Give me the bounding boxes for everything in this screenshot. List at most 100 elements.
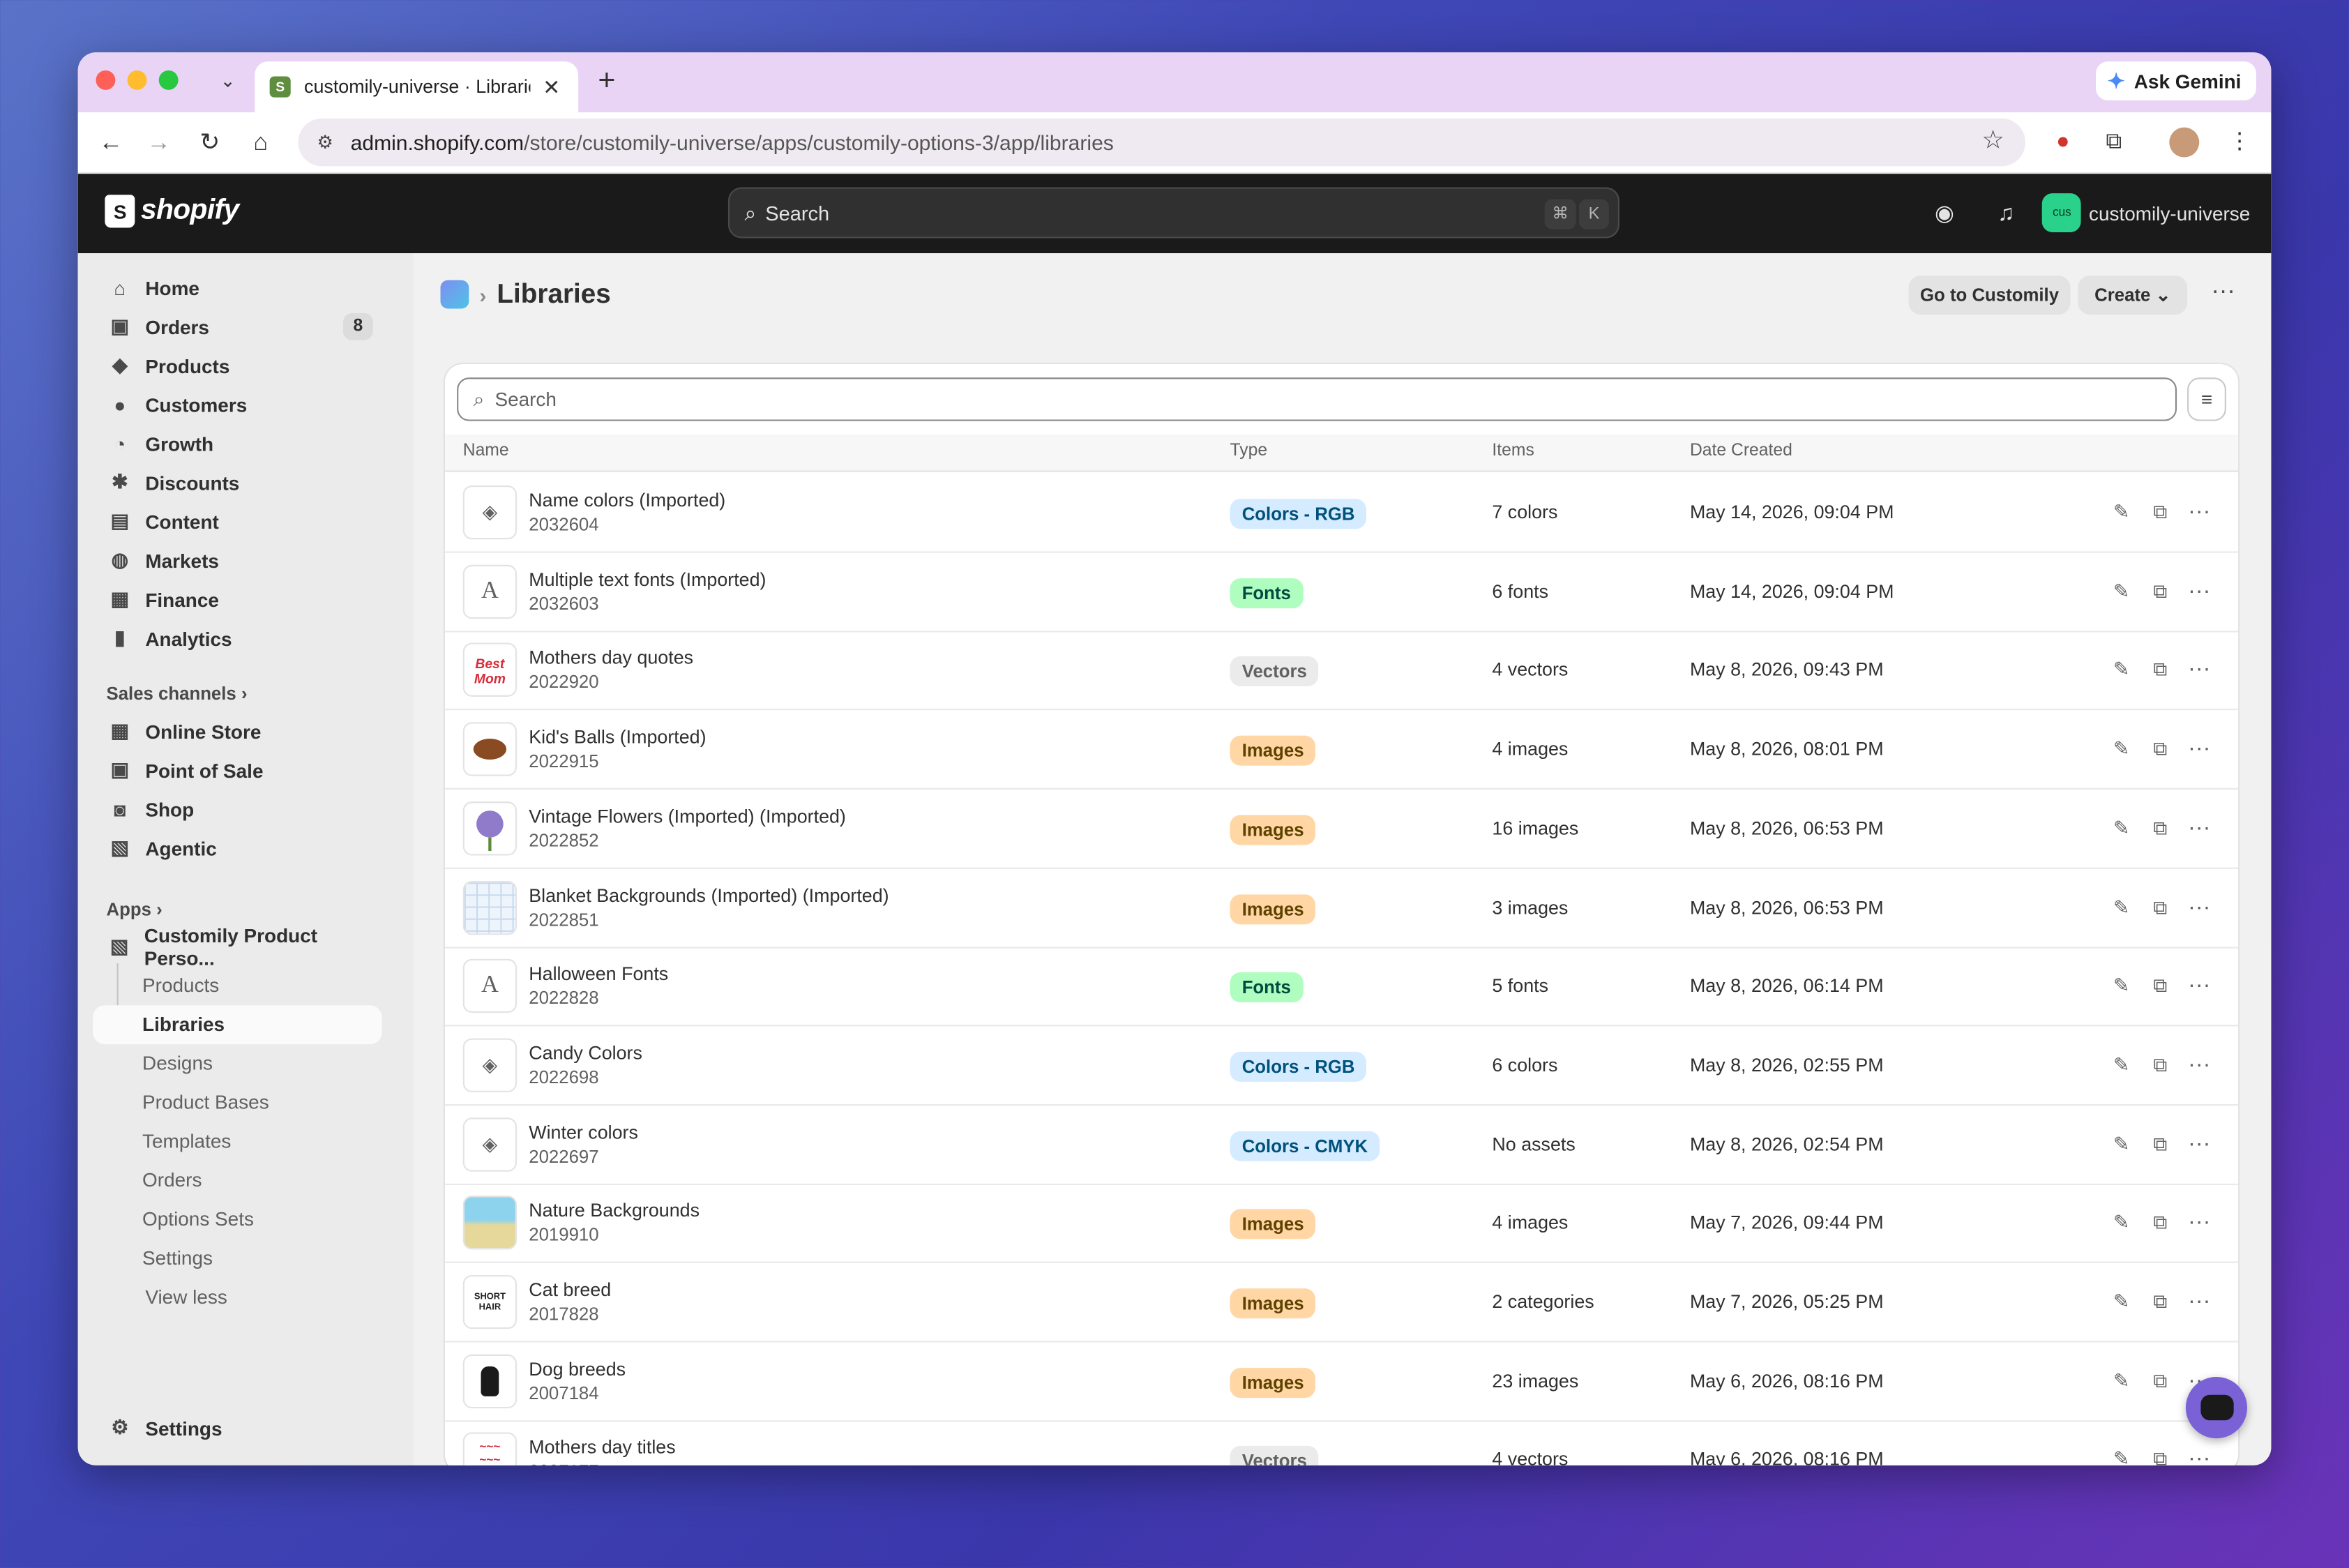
- library-name[interactable]: Candy Colors: [529, 1043, 642, 1064]
- sidebar-item-analytics[interactable]: ▮ Analytics: [93, 619, 382, 658]
- app-subitem-options-sets[interactable]: Options Sets: [142, 1200, 254, 1239]
- duplicate-icon[interactable]: ⧉: [2147, 1447, 2174, 1465]
- browser-tab[interactable]: S customily-universe · Libraries · Custo…: [255, 61, 579, 113]
- edit-pencil-icon[interactable]: ✎: [2108, 1131, 2135, 1158]
- sidebar-item-discounts[interactable]: ✱ Discounts: [93, 463, 382, 502]
- sidebar-item-shop[interactable]: ◙ Shop: [93, 790, 382, 829]
- duplicate-icon[interactable]: ⧉: [2147, 1288, 2174, 1316]
- duplicate-icon[interactable]: ⧉: [2147, 894, 2174, 921]
- forward-arrow-icon[interactable]: →: [141, 126, 177, 162]
- duplicate-icon[interactable]: ⧉: [2147, 1131, 2174, 1158]
- sidekick-icon[interactable]: ◉: [1928, 198, 1961, 231]
- column-date-created[interactable]: Date Created: [1690, 442, 1792, 460]
- create-button[interactable]: Create ⌄: [2078, 276, 2188, 315]
- duplicate-icon[interactable]: ⧉: [2147, 657, 2174, 684]
- library-name[interactable]: Nature Backgrounds: [529, 1200, 700, 1221]
- column-items[interactable]: Items: [1492, 442, 1534, 460]
- library-name[interactable]: Mothers day titles: [529, 1438, 675, 1458]
- edit-pencil-icon[interactable]: ✎: [2108, 1447, 2135, 1465]
- library-name[interactable]: Mothers day quotes: [529, 648, 693, 669]
- library-name[interactable]: Name colors (Imported): [529, 490, 725, 511]
- close-window-button[interactable]: [96, 70, 116, 90]
- edit-pencil-icon[interactable]: ✎: [2108, 894, 2135, 921]
- library-name[interactable]: Multiple text fonts (Imported): [529, 569, 766, 590]
- sidebar-item-agentic[interactable]: ▧ Agentic: [93, 829, 382, 868]
- table-row[interactable]: ◈ Candy Colors 2022698 Colors - RGB 6 colors…: [444, 1026, 2239, 1106]
- app-subitem-products[interactable]: Products: [142, 966, 219, 1005]
- edit-pencil-icon[interactable]: ✎: [2108, 1052, 2135, 1079]
- sales-channels-heading[interactable]: Sales channels ›: [107, 683, 248, 704]
- bookmark-star-icon[interactable]: ☆: [1981, 126, 2004, 156]
- row-more-actions-icon[interactable]: ···: [2186, 815, 2213, 842]
- duplicate-icon[interactable]: ⧉: [2147, 499, 2174, 526]
- edit-pencil-icon[interactable]: ✎: [2108, 736, 2135, 763]
- maximize-window-button[interactable]: [158, 70, 179, 90]
- duplicate-icon[interactable]: ⧉: [2147, 815, 2174, 842]
- app-subitem-libraries[interactable]: Libraries: [93, 1005, 382, 1045]
- row-more-actions-icon[interactable]: ···: [2186, 1209, 2213, 1237]
- table-row[interactable]: Vintage Flowers (Imported) (Imported) 202…: [444, 790, 2239, 869]
- sidebar-item-point-of-sale[interactable]: ▣ Point of Sale: [93, 751, 382, 790]
- ask-gemini-button[interactable]: ✦ Ask Gemini: [2095, 61, 2256, 100]
- sidebar-item-content[interactable]: ▤ Content: [93, 502, 382, 541]
- edit-pencil-icon[interactable]: ✎: [2108, 578, 2135, 605]
- tab-search-chevron-icon[interactable]: ⌄: [216, 68, 239, 95]
- library-name[interactable]: Cat breed: [529, 1279, 611, 1300]
- edit-pencil-icon[interactable]: ✎: [2108, 499, 2135, 526]
- url-bar[interactable]: ⚙ admin.shopify.com/store/customily-univ…: [298, 118, 2026, 167]
- store-switcher[interactable]: cus customily-universe: [2042, 193, 2250, 232]
- row-more-actions-icon[interactable]: ···: [2186, 1052, 2213, 1079]
- page-more-actions-icon[interactable]: ···: [2203, 276, 2244, 315]
- sidebar-item-products[interactable]: ◆ Products: [93, 346, 382, 385]
- chat-support-button[interactable]: [2185, 1377, 2247, 1439]
- table-row[interactable]: SHORT HAIR Cat breed 2017828 Images 2 catego…: [444, 1263, 2239, 1343]
- app-subitem-designs[interactable]: Designs: [142, 1044, 213, 1083]
- edit-pencil-icon[interactable]: ✎: [2108, 972, 2135, 1000]
- global-search-input[interactable]: ⌕ Search ⌘ K: [727, 187, 1619, 239]
- library-name[interactable]: Blanket Backgrounds (Imported) (Imported…: [529, 884, 889, 905]
- table-row[interactable]: ◈ Name colors (Imported) 2032604 Colors - R…: [444, 474, 2239, 553]
- duplicate-icon[interactable]: ⧉: [2147, 578, 2174, 605]
- new-tab-button[interactable]: +: [590, 64, 623, 97]
- app-subitem-templates[interactable]: Templates: [142, 1122, 231, 1161]
- sidebar-item-finance[interactable]: ▦ Finance: [93, 580, 382, 619]
- apps-heading[interactable]: Apps ›: [107, 899, 163, 920]
- table-row[interactable]: Blanket Backgrounds (Imported) (Imported…: [444, 868, 2239, 948]
- edit-pencil-icon[interactable]: ✎: [2108, 1209, 2135, 1237]
- profile-avatar[interactable]: [2169, 127, 2200, 158]
- extensions-puzzle-icon[interactable]: ⧉: [2097, 126, 2130, 158]
- sidebar-item-markets[interactable]: ◍ Markets: [93, 541, 382, 580]
- extension-icon[interactable]: ●: [2046, 126, 2079, 158]
- sidebar-item-customers[interactable]: ● Customers: [93, 385, 382, 424]
- row-more-actions-icon[interactable]: ···: [2186, 972, 2213, 1000]
- duplicate-icon[interactable]: ⧉: [2147, 1052, 2174, 1079]
- view-less-link[interactable]: View less: [145, 1278, 227, 1317]
- reload-icon[interactable]: ↻: [192, 126, 228, 162]
- row-more-actions-icon[interactable]: ···: [2186, 657, 2213, 684]
- row-more-actions-icon[interactable]: ···: [2186, 1288, 2213, 1316]
- column-name[interactable]: Name: [463, 442, 509, 460]
- app-subitem-orders[interactable]: Orders: [142, 1161, 202, 1200]
- go-to-customily-button[interactable]: Go to Customily: [1908, 276, 2071, 315]
- duplicate-icon[interactable]: ⧉: [2147, 736, 2174, 763]
- sidebar-item-customily-app[interactable]: ▧ Customily Product Perso...: [93, 924, 382, 969]
- table-row[interactable]: ~~~~~~ Mothers day titles 2007177 Vectors 4 …: [445, 1421, 2238, 1465]
- row-more-actions-icon[interactable]: ···: [2186, 1447, 2213, 1465]
- filter-sort-icon[interactable]: ≡: [2187, 377, 2226, 421]
- sidebar-item-settings[interactable]: ⚙ Settings: [93, 1408, 382, 1447]
- edit-pencil-icon[interactable]: ✎: [2108, 657, 2135, 684]
- minimize-window-button[interactable]: [127, 70, 147, 90]
- column-type[interactable]: Type: [1230, 442, 1268, 460]
- duplicate-icon[interactable]: ⧉: [2147, 1209, 2174, 1237]
- row-more-actions-icon[interactable]: ···: [2186, 736, 2213, 763]
- row-more-actions-icon[interactable]: ···: [2186, 499, 2213, 526]
- duplicate-icon[interactable]: ⧉: [2147, 972, 2174, 1000]
- table-row[interactable]: Dog breeds 2007184 Images 23 images May 6, 2…: [444, 1342, 2239, 1422]
- customily-app-icon[interactable]: [440, 280, 469, 309]
- library-search-input[interactable]: ⌕ Search: [457, 377, 2177, 421]
- row-more-actions-icon[interactable]: ···: [2186, 578, 2213, 605]
- home-icon[interactable]: ⌂: [243, 126, 279, 162]
- notification-bell-icon[interactable]: ♫: [1990, 198, 2023, 231]
- library-name[interactable]: Dog breeds: [529, 1359, 626, 1380]
- table-row[interactable]: A Halloween Fonts 2022828 Fonts 5 fonts May 8…: [444, 947, 2239, 1027]
